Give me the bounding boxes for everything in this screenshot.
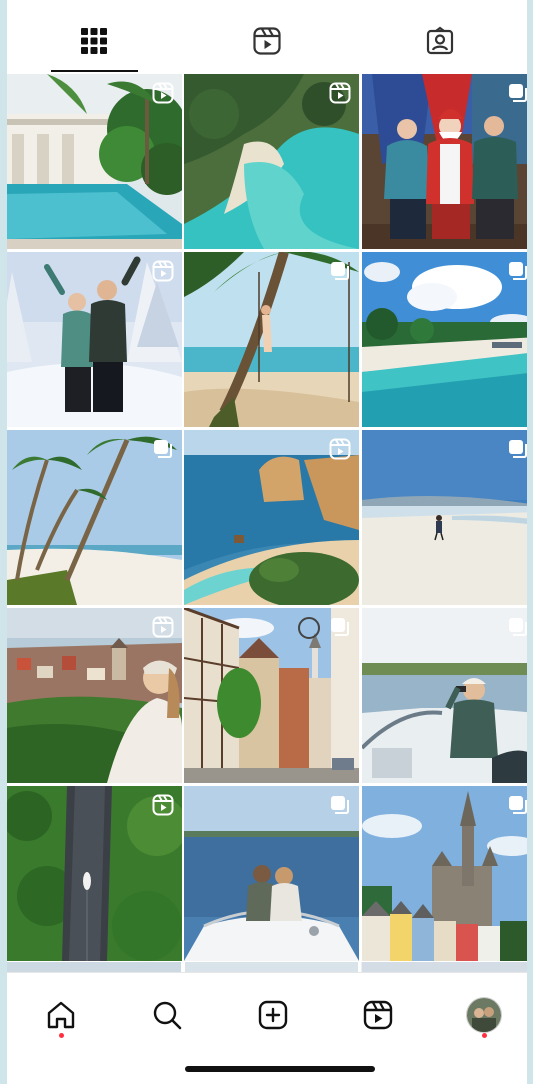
grid-tile-snow-couple[interactable] bbox=[7, 252, 182, 427]
nav-profile-button[interactable] bbox=[454, 987, 514, 1043]
carousel-badge-icon bbox=[331, 796, 349, 814]
nav-reels-button[interactable] bbox=[348, 987, 408, 1043]
santa-visit-photo bbox=[362, 74, 527, 249]
grid-tile-leaning-palms[interactable] bbox=[7, 430, 182, 605]
reel-badge-icon bbox=[152, 82, 174, 104]
nav-create-button[interactable] bbox=[243, 987, 303, 1043]
grid-tile-santa-visit[interactable] bbox=[362, 74, 527, 249]
tab-tagged[interactable] bbox=[353, 10, 526, 72]
grid-tile-boat-bow-couple[interactable] bbox=[184, 786, 359, 961]
grid-tile-resort-pool[interactable] bbox=[7, 74, 182, 249]
next-row-peek bbox=[7, 962, 527, 972]
reel-badge-icon bbox=[329, 438, 351, 460]
tagged-icon bbox=[426, 26, 453, 55]
active-tab-indicator bbox=[51, 70, 138, 72]
boat-binoculars-photo bbox=[362, 608, 527, 783]
grid-tile-beach-walker[interactable] bbox=[362, 430, 527, 605]
grid-tile-river-aerial[interactable] bbox=[7, 786, 182, 961]
grid-tile-tropical-beach[interactable] bbox=[362, 252, 527, 427]
notification-dot bbox=[59, 1033, 64, 1038]
tab-reels[interactable] bbox=[180, 10, 353, 72]
tab-posts[interactable] bbox=[7, 10, 180, 72]
avatar bbox=[466, 997, 502, 1033]
search-icon bbox=[153, 1001, 182, 1030]
carousel-badge-icon bbox=[509, 440, 527, 458]
grid-tile-palm-swing[interactable] bbox=[184, 252, 359, 427]
app-screen bbox=[7, 0, 527, 1084]
grid-tile-boat-binoculars[interactable] bbox=[362, 608, 527, 783]
reel-badge-icon bbox=[152, 794, 174, 816]
grid-tile-town-view[interactable] bbox=[7, 608, 182, 783]
notification-dot bbox=[482, 1033, 487, 1038]
home-icon bbox=[47, 1001, 75, 1029]
carousel-badge-icon bbox=[509, 796, 527, 814]
grid-tile-aerial-beach[interactable] bbox=[184, 74, 359, 249]
tropical-beach-photo bbox=[362, 252, 527, 427]
carousel-badge-icon bbox=[154, 440, 172, 458]
posts-grid bbox=[7, 74, 527, 970]
reel-badge-icon bbox=[329, 82, 351, 104]
grid-tile-old-town-street[interactable] bbox=[184, 608, 359, 783]
grid-icon bbox=[80, 28, 107, 54]
grid-tile-rocky-cove[interactable] bbox=[184, 430, 359, 605]
create-icon bbox=[258, 1000, 288, 1030]
nav-search-button[interactable] bbox=[137, 987, 197, 1043]
reels-icon bbox=[252, 27, 281, 55]
nav-home-button[interactable] bbox=[31, 987, 91, 1043]
reels-icon bbox=[363, 1000, 393, 1030]
carousel-badge-icon bbox=[331, 618, 349, 636]
carousel-badge-icon bbox=[331, 262, 349, 280]
cathedral-houses-photo bbox=[362, 786, 527, 961]
carousel-badge-icon bbox=[509, 84, 527, 102]
reel-badge-icon bbox=[152, 616, 174, 638]
home-indicator bbox=[185, 1066, 375, 1072]
carousel-badge-icon bbox=[509, 262, 527, 280]
profile-tab-bar bbox=[7, 0, 527, 74]
carousel-badge-icon bbox=[509, 618, 527, 636]
grid-tile-cathedral-houses[interactable] bbox=[362, 786, 527, 961]
beach-walker-photo bbox=[362, 430, 527, 605]
reel-badge-icon bbox=[152, 260, 174, 282]
